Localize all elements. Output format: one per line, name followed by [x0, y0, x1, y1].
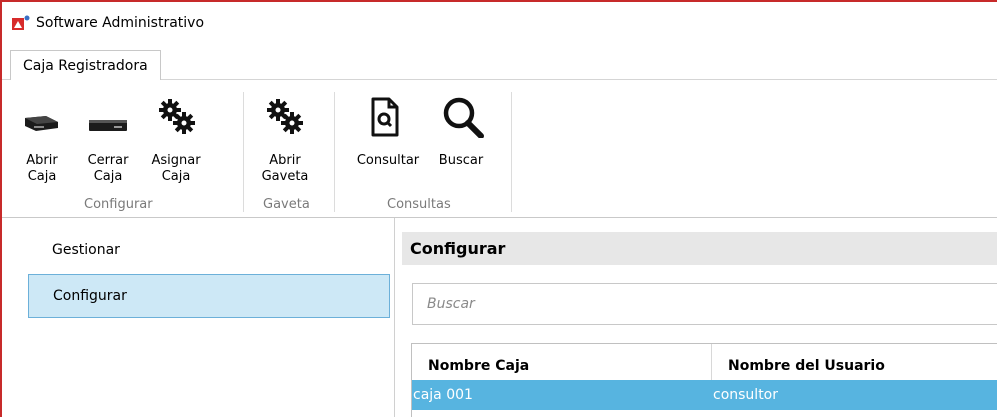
- main-window: Software Administrativo Caja Registrador…: [0, 0, 997, 417]
- asignar-caja-button[interactable]: Asignar Caja: [144, 92, 208, 188]
- magnifier-icon: [442, 96, 484, 143]
- ribbon-tabstrip: Caja Registradora: [2, 44, 997, 81]
- column-header-nombre-caja[interactable]: Nombre Caja: [412, 344, 712, 380]
- nav-item-gestionar[interactable]: Gestionar: [28, 228, 390, 272]
- nav-item-configurar[interactable]: Configurar: [28, 274, 390, 318]
- group-label-consultas: Consultas: [387, 197, 451, 212]
- ribbon-separator: [334, 92, 335, 212]
- document-search-icon: [370, 96, 400, 143]
- content-panel: Configurar Buscar Nombre Caja Nombre del…: [402, 218, 997, 417]
- consultar-label: Consultar: [356, 153, 420, 168]
- buscar-button[interactable]: Buscar: [432, 92, 490, 188]
- cerrar-caja-button[interactable]: Cerrar Caja: [82, 92, 134, 188]
- cash-register-open-icon: [22, 114, 60, 139]
- cell-nombre-usuario: consultor: [713, 387, 779, 403]
- data-grid: Nombre Caja Nombre del Usuario caja 001 …: [411, 343, 997, 417]
- ribbon: Abrir Caja Cerrar Caja Asignar Caja Conf…: [2, 80, 997, 218]
- window-title: Software Administrativo: [36, 15, 205, 31]
- table-row[interactable]: caja 001 consultor: [412, 380, 997, 410]
- content-header: Configurar: [402, 232, 997, 265]
- abrir-gaveta-label: Abrir Gaveta: [261, 153, 309, 184]
- group-label-gaveta: Gaveta: [263, 197, 310, 212]
- buscar-label: Buscar: [438, 153, 484, 168]
- grid-header-row: Nombre Caja Nombre del Usuario: [412, 344, 997, 380]
- consultar-button[interactable]: Consultar: [348, 92, 428, 188]
- cerrar-caja-label: Cerrar Caja: [87, 153, 129, 184]
- app-logo-icon: [12, 15, 30, 31]
- tab-caja-registradora[interactable]: Caja Registradora: [10, 50, 161, 81]
- gears-icon: [158, 98, 196, 141]
- cash-register-closed-icon: [88, 117, 128, 138]
- ribbon-separator: [511, 92, 512, 212]
- search-input[interactable]: Buscar: [412, 283, 997, 325]
- title-bar: Software Administrativo: [2, 2, 997, 44]
- group-label-configurar: Configurar: [84, 197, 153, 212]
- abrir-caja-label: Abrir Caja: [26, 153, 58, 184]
- cell-nombre-caja: caja 001: [413, 387, 473, 403]
- gears-icon: [266, 98, 304, 141]
- ribbon-separator: [243, 92, 244, 212]
- asignar-caja-label: Asignar Caja: [151, 153, 201, 184]
- abrir-caja-button[interactable]: Abrir Caja: [20, 92, 64, 188]
- column-header-nombre-usuario[interactable]: Nombre del Usuario: [712, 344, 997, 380]
- abrir-gaveta-button[interactable]: Abrir Gaveta: [252, 92, 318, 188]
- navigation-panel: Gestionar Configurar: [2, 218, 395, 417]
